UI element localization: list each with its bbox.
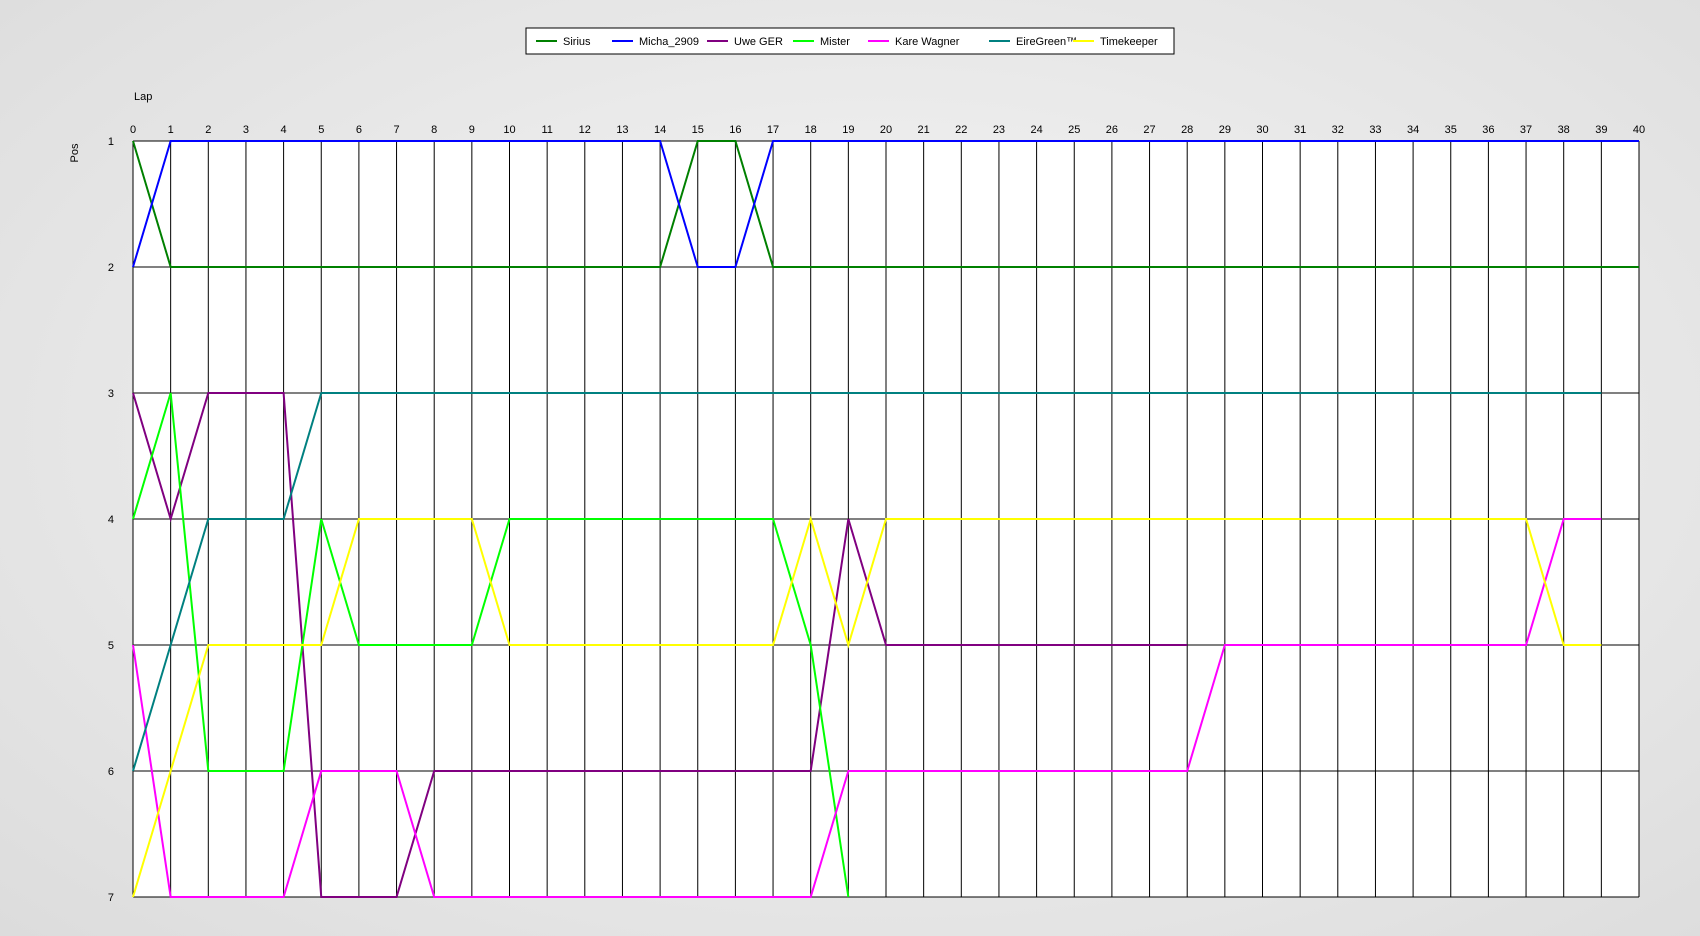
y-tick-label: 3 [108,388,114,400]
legend: Sirius Micha_2909 Uwe GER Mister Kare Wagner… [525,27,1175,55]
legend-label-eiregreen: EireGreen™ [1016,36,1077,48]
x-tick-label: 30 [1256,124,1268,136]
x-tick-label: 11 [541,124,552,136]
x-tick-label: 17 [767,124,779,136]
x-tick-label: 38 [1558,124,1570,136]
x-tick-label: 5 [318,124,324,136]
lap-position-chart: 0 1 2 3 4 5 6 7 8 9 10 11 12 13 14 15 16 17 18 19 20 21 22 23 24… [69,27,1645,904]
x-tick-label: 37 [1520,124,1532,136]
x-tick-label: 20 [880,124,892,136]
x-tick-label: 34 [1407,124,1419,136]
y-tick-labels: 1 2 3 4 5 6 7 [108,136,114,904]
x-tick-label: 13 [616,124,628,136]
y-tick-label: 6 [108,766,114,778]
x-tick-label: 36 [1482,124,1494,136]
legend-label-sirius: Sirius [563,36,591,48]
x-tick-label: 8 [431,124,437,136]
legend-label-mister: Mister [820,36,850,48]
x-tick-label: 40 [1633,124,1645,136]
x-tick-label: 22 [955,124,967,136]
x-axis-label: Lap [134,91,152,103]
legend-label-kare-wagner: Kare Wagner [895,36,960,48]
legend-label-uwe-ger: Uwe GER [734,36,783,48]
x-tick-label: 24 [1030,124,1042,136]
y-tick-label: 5 [108,640,114,652]
x-tick-labels: 0 1 2 3 4 5 6 7 8 9 10 11 12 13 14 15 16 17 18 19 20 21 22 23 24… [130,124,1645,136]
x-tick-label: 9 [469,124,475,136]
x-tick-label: 35 [1445,124,1457,136]
legend-label-micha-2909: Micha_2909 [639,36,699,48]
x-tick-label: 19 [842,124,854,136]
y-tick-label: 2 [108,262,114,274]
legend-label-timekeeper: Timekeeper [1100,36,1158,48]
x-tick-label: 28 [1181,124,1193,136]
x-tick-label: 1 [168,124,174,136]
y-tick-label: 4 [108,514,114,526]
x-tick-label: 39 [1595,124,1607,136]
x-tick-label: 14 [654,124,666,136]
x-tick-label: 18 [805,124,817,136]
x-tick-label: 29 [1219,124,1231,136]
y-axis-label: Pos [69,143,81,162]
x-tick-label: 23 [993,124,1005,136]
x-tick-label: 21 [918,124,930,136]
y-tick-label: 7 [108,892,114,904]
x-tick-label: 15 [692,124,704,136]
x-tick-label: 25 [1068,124,1080,136]
x-tick-label: 31 [1294,124,1306,136]
x-tick-label: 32 [1332,124,1344,136]
x-tick-label: 6 [356,124,362,136]
y-tick-label: 1 [108,136,114,148]
x-tick-label: 7 [393,124,399,136]
x-tick-label: 33 [1369,124,1381,136]
x-tick-label: 2 [205,124,211,136]
x-tick-label: 26 [1106,124,1118,136]
x-tick-label: 12 [579,124,591,136]
x-tick-label: 0 [130,124,136,136]
x-tick-label: 4 [281,124,287,136]
x-tick-label: 27 [1143,124,1155,136]
x-tick-label: 10 [503,124,515,136]
x-tick-label: 3 [243,124,249,136]
x-tick-label: 16 [729,124,741,136]
